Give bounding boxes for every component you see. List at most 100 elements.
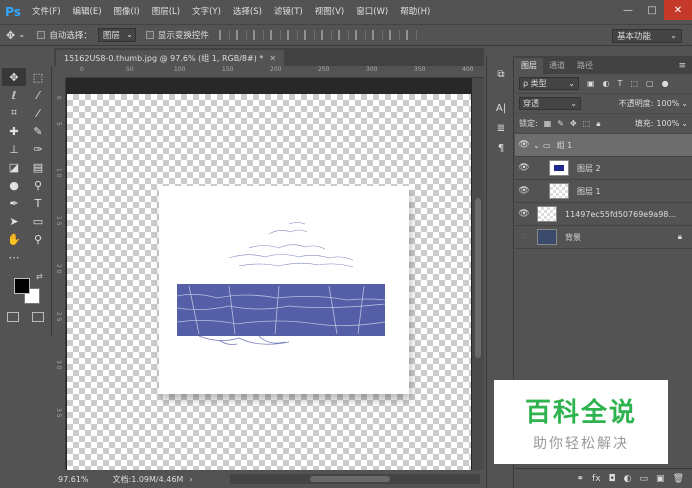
eye-icon[interactable]: 👁︎ [515,186,533,196]
distribute-hcenter-icon[interactable] [388,30,400,40]
swap-colors-icon[interactable]: ⇄ [36,272,43,281]
chevron-down-icon[interactable]: ⌄ [681,119,688,128]
menu-select[interactable]: 选择(S) [227,0,268,24]
distribute-bottom-icon[interactable] [354,30,366,40]
menu-edit[interactable]: 编辑(E) [67,0,108,24]
layer-style-icon[interactable]: fx [592,474,601,484]
eye-icon[interactable]: 👁︎ [515,209,533,219]
rectangle-tool-icon[interactable]: ▭ [26,212,50,230]
close-button[interactable]: ✕ [664,0,692,20]
foreground-color-swatch[interactable] [14,278,30,294]
filter-adjustment-icon[interactable]: ◐ [603,79,610,88]
delete-layer-icon[interactable]: 🗑︎ [673,474,684,484]
show-transform-option[interactable]: 显示变换控件 [145,29,209,41]
scroll-thumb[interactable] [475,198,481,358]
layer-kind-filter[interactable]: ρ 类型 ⌄ [519,77,579,90]
zoom-level[interactable]: 97.61% [58,475,89,484]
scroll-thumb[interactable] [310,476,390,482]
layer-name[interactable]: 11497ec55fd50769e9a98... [565,210,676,219]
layer-row-smart-object[interactable]: 👁︎ 11497ec55fd50769e9a98... [515,203,692,226]
filter-type-icon[interactable]: T [618,79,623,88]
layer-name[interactable]: 图层 1 [577,186,601,197]
horizontal-ruler[interactable]: 0 50 100 150 200 250 300 350 400 [66,66,484,78]
hand-tool-icon[interactable]: ✋ [2,230,26,248]
magic-wand-tool-icon[interactable]: ⁄ [26,86,50,104]
align-hcenter-icon[interactable] [286,30,298,40]
move-tool-preset[interactable]: ✥ ⌄ [6,29,25,42]
history-panel-icon[interactable]: ⧉ [487,64,515,84]
tab-channels[interactable]: 通道 [543,58,571,74]
eye-icon[interactable]: 👁︎ [515,163,533,173]
zoom-tool-icon[interactable]: ⚲ [26,230,50,248]
menu-filter[interactable]: 滤镜(T) [268,0,309,24]
document-info[interactable]: 文档:1.09M/4.46M [113,474,184,485]
paragraph-style-icon[interactable]: ≣ [487,118,515,138]
lock-position-icon[interactable]: ✥ [570,119,577,128]
show-transform-checkbox[interactable] [145,31,154,39]
align-top-icon[interactable] [218,30,230,40]
workspace-dropdown[interactable]: 基本功能 ⌄ [612,29,682,43]
ruler-origin[interactable] [54,66,66,78]
distribute-right-icon[interactable] [405,30,417,40]
menu-help[interactable]: 帮助(H) [394,0,436,24]
lasso-tool-icon[interactable]: ℓ [2,86,26,104]
layer-name[interactable]: 背景 [565,232,581,243]
photoshop-logo[interactable]: Ps [0,0,26,24]
auto-select-target-dropdown[interactable]: 图层 ⌄ [97,28,136,42]
paragraph-panel-icon[interactable]: ¶ [487,138,515,158]
vertical-ruler[interactable]: 0 5 1 0 1 5 2 0 2 5 3 0 3 5 [54,78,66,470]
opacity-input[interactable]: 100% [656,99,679,108]
tab-paths[interactable]: 路径 [571,58,599,74]
panel-menu-icon[interactable]: ≡ [672,58,692,74]
filter-pixel-icon[interactable]: ▣ [587,79,595,88]
type-tool-icon[interactable]: T [26,194,50,212]
menu-type[interactable]: 文字(Y) [186,0,227,24]
marquee-tool-icon[interactable]: ⬚ [26,68,50,86]
lock-all-icon[interactable]: 🔒︎ [596,119,600,129]
align-left-icon[interactable] [269,30,281,40]
auto-select-checkbox[interactable] [37,31,46,39]
chevron-down-icon[interactable]: ⌄ [533,141,543,150]
document-tab[interactable]: 15162US8-0.thumb.jpg @ 97.6% (组 1, RGB/8… [56,50,285,66]
maximize-button[interactable]: □ [640,0,664,20]
add-mask-icon[interactable]: ◘ [609,474,616,484]
transparent-canvas[interactable] [67,94,471,470]
menu-view[interactable]: 视图(V) [309,0,350,24]
character-panel-icon[interactable]: A| [487,98,515,118]
distribute-left-icon[interactable] [371,30,383,40]
layer-name[interactable]: 图层 2 [577,163,601,174]
path-selection-tool-icon[interactable]: ➤ [2,212,26,230]
eyedropper-tool-icon[interactable]: ⁄ [26,104,50,122]
menu-image[interactable]: 图像(I) [108,0,146,24]
filter-smart-object-icon[interactable]: ▢ [646,79,654,88]
eye-icon[interactable]: 👁︎ [515,140,533,150]
align-bottom-icon[interactable] [252,30,264,40]
eraser-tool-icon[interactable]: ◪ [2,158,26,176]
auto-select-option[interactable]: 自动选择： [37,29,92,41]
lock-transparent-icon[interactable]: ▦ [544,119,552,128]
lock-icon[interactable]: 🔒︎ [678,232,682,242]
history-brush-tool-icon[interactable]: ✑ [26,140,50,158]
distribute-top-icon[interactable] [320,30,332,40]
vertical-scrollbar[interactable] [472,78,484,470]
filter-shape-icon[interactable]: ⬚ [630,79,638,88]
tab-layers[interactable]: 图层 [515,58,543,74]
layer-name[interactable]: 组 1 [557,140,573,151]
gradient-tool-icon[interactable]: ▤ [26,158,50,176]
blur-tool-icon[interactable]: ● [2,176,26,194]
healing-brush-tool-icon[interactable]: ✚ [2,122,26,140]
align-vcenter-icon[interactable] [235,30,247,40]
distribute-vcenter-icon[interactable] [337,30,349,40]
new-layer-icon[interactable]: ▣ [656,474,665,484]
horizontal-scrollbar[interactable] [230,474,480,484]
filter-toggle-icon[interactable]: ● [662,79,669,88]
layer-row-layer-2[interactable]: 👁︎ 图层 2 [515,157,692,180]
move-tool-icon[interactable]: ✥ [2,68,26,86]
minimize-button[interactable]: — [616,0,640,20]
pen-tool-icon[interactable]: ✒ [2,194,26,212]
quick-mask-icon[interactable] [6,312,19,322]
blend-mode-dropdown[interactable]: 穿透 ⌄ [519,97,581,110]
close-icon[interactable]: ✕ [269,54,276,63]
more-tools-icon[interactable]: ⋯ [2,248,26,266]
menu-window[interactable]: 窗口(W) [350,0,394,24]
